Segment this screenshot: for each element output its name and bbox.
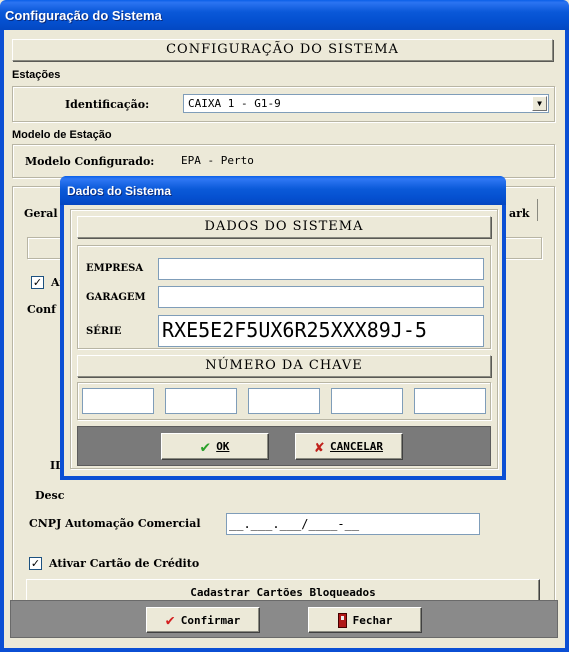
chave-field-1[interactable] [82,388,154,414]
chave-fields-panel [77,382,491,420]
window-title: Configuração do Sistema [5,8,162,23]
dialog-header: DADOS DO SISTEMA [204,219,364,234]
conf-label-partial: Conf [27,303,56,316]
window-frame-right [565,30,569,652]
dialog-title: Dados do Sistema [67,184,172,198]
check-icon: ✔ [165,611,175,629]
serie-value: RXE5E2F5UX6R25XXX89J-5 [162,318,427,342]
modelo-configurado-value: EPA - Perto [181,154,254,167]
ok-label: OK [216,440,230,453]
chave-field-3[interactable] [248,388,320,414]
cadastrar-cartoes-label: Cadastrar Cartões Bloqueados [190,585,376,599]
close-button[interactable]: Fechar [308,607,422,633]
identificacao-label: Identificação: [65,98,150,111]
dialog-client: DADOS DO SISTEMA EMPRESA GARAGEM SÉRIE R… [64,205,502,476]
tab-geral[interactable]: Geral [24,207,58,220]
modelo-configurado-label: Modelo Configurado: [25,155,155,168]
garagem-input[interactable] [158,286,484,308]
check-icon: ✔ [200,437,211,456]
dialog-frame: DADOS DO SISTEMA EMPRESA GARAGEM SÉRIE R… [70,209,498,469]
chave-field-2[interactable] [165,388,237,414]
garagem-label: GARAGEM [86,292,146,303]
ativar-cartao-checkbox[interactable]: ✓ [29,557,42,570]
dialog-header-band: DADOS DO SISTEMA [77,216,491,238]
cnpj-label: CNPJ Automação Comercial [29,517,201,530]
confirm-label: Confirmar [180,613,241,627]
tab-divider [537,199,538,221]
cancel-label: CANCELAR [330,440,383,453]
tab-right-partial[interactable]: ark [509,207,530,220]
chave-field-5[interactable] [414,388,486,414]
cnpj-value: __.___.___/____-__ [229,517,360,531]
empresa-label: EMPRESA [86,263,144,274]
dialog-titlebar[interactable]: Dados do Sistema [60,176,506,205]
chave-header-band: NÚMERO DA CHAVE [77,355,491,377]
estacoes-panel: Identificação: CAIXA 1 - G1-9 ▼ [12,86,555,122]
chevron-down-icon[interactable]: ▼ [532,96,547,111]
identificacao-select[interactable]: CAIXA 1 - G1-9 ▼ [183,94,549,113]
dialog-button-band: ✔ OK ✘ CANCELAR [77,426,491,466]
page-title: CONFIGURAÇÃO DO SISTEMA [166,42,399,57]
modelo-panel: Modelo Configurado: EPA - Perto [12,144,555,178]
estacoes-group-label: Estações [12,69,61,81]
ok-button[interactable]: ✔ OK [161,433,269,460]
desc-label-partial: Desc [35,489,65,502]
empresa-input[interactable] [158,258,484,280]
dados-sistema-dialog: Dados do Sistema DADOS DO SISTEMA EMPRES… [60,176,506,480]
ativar-checkbox[interactable]: ✓ [31,276,44,289]
close-label: Fechar [352,613,393,627]
cnpj-input[interactable]: __.___.___/____-__ [226,513,480,535]
window-frame-bottom [0,648,569,652]
cancel-button[interactable]: ✘ CANCELAR [295,433,403,460]
window-titlebar[interactable]: Configuração do Sistema [0,0,569,30]
modelo-group-label: Modelo de Estação [12,129,112,141]
serie-input[interactable]: RXE5E2F5UX6R25XXX89J-5 [158,315,484,347]
footer-bar: ✔ Confirmar Fechar [10,600,558,638]
identificacao-value: CAIXA 1 - G1-9 [188,97,281,110]
chave-field-4[interactable] [331,388,403,414]
dados-fields-panel: EMPRESA GARAGEM SÉRIE RXE5E2F5UX6R25XXX8… [77,245,491,349]
door-exit-icon [337,612,347,628]
confirm-button[interactable]: ✔ Confirmar [146,607,260,633]
ativar-cartao-label: Ativar Cartão de Crédito [49,557,200,570]
page-title-band: CONFIGURAÇÃO DO SISTEMA [12,39,553,61]
close-icon: ✘ [314,437,325,456]
serie-label: SÉRIE [86,326,122,337]
chave-header: NÚMERO DA CHAVE [205,358,363,373]
